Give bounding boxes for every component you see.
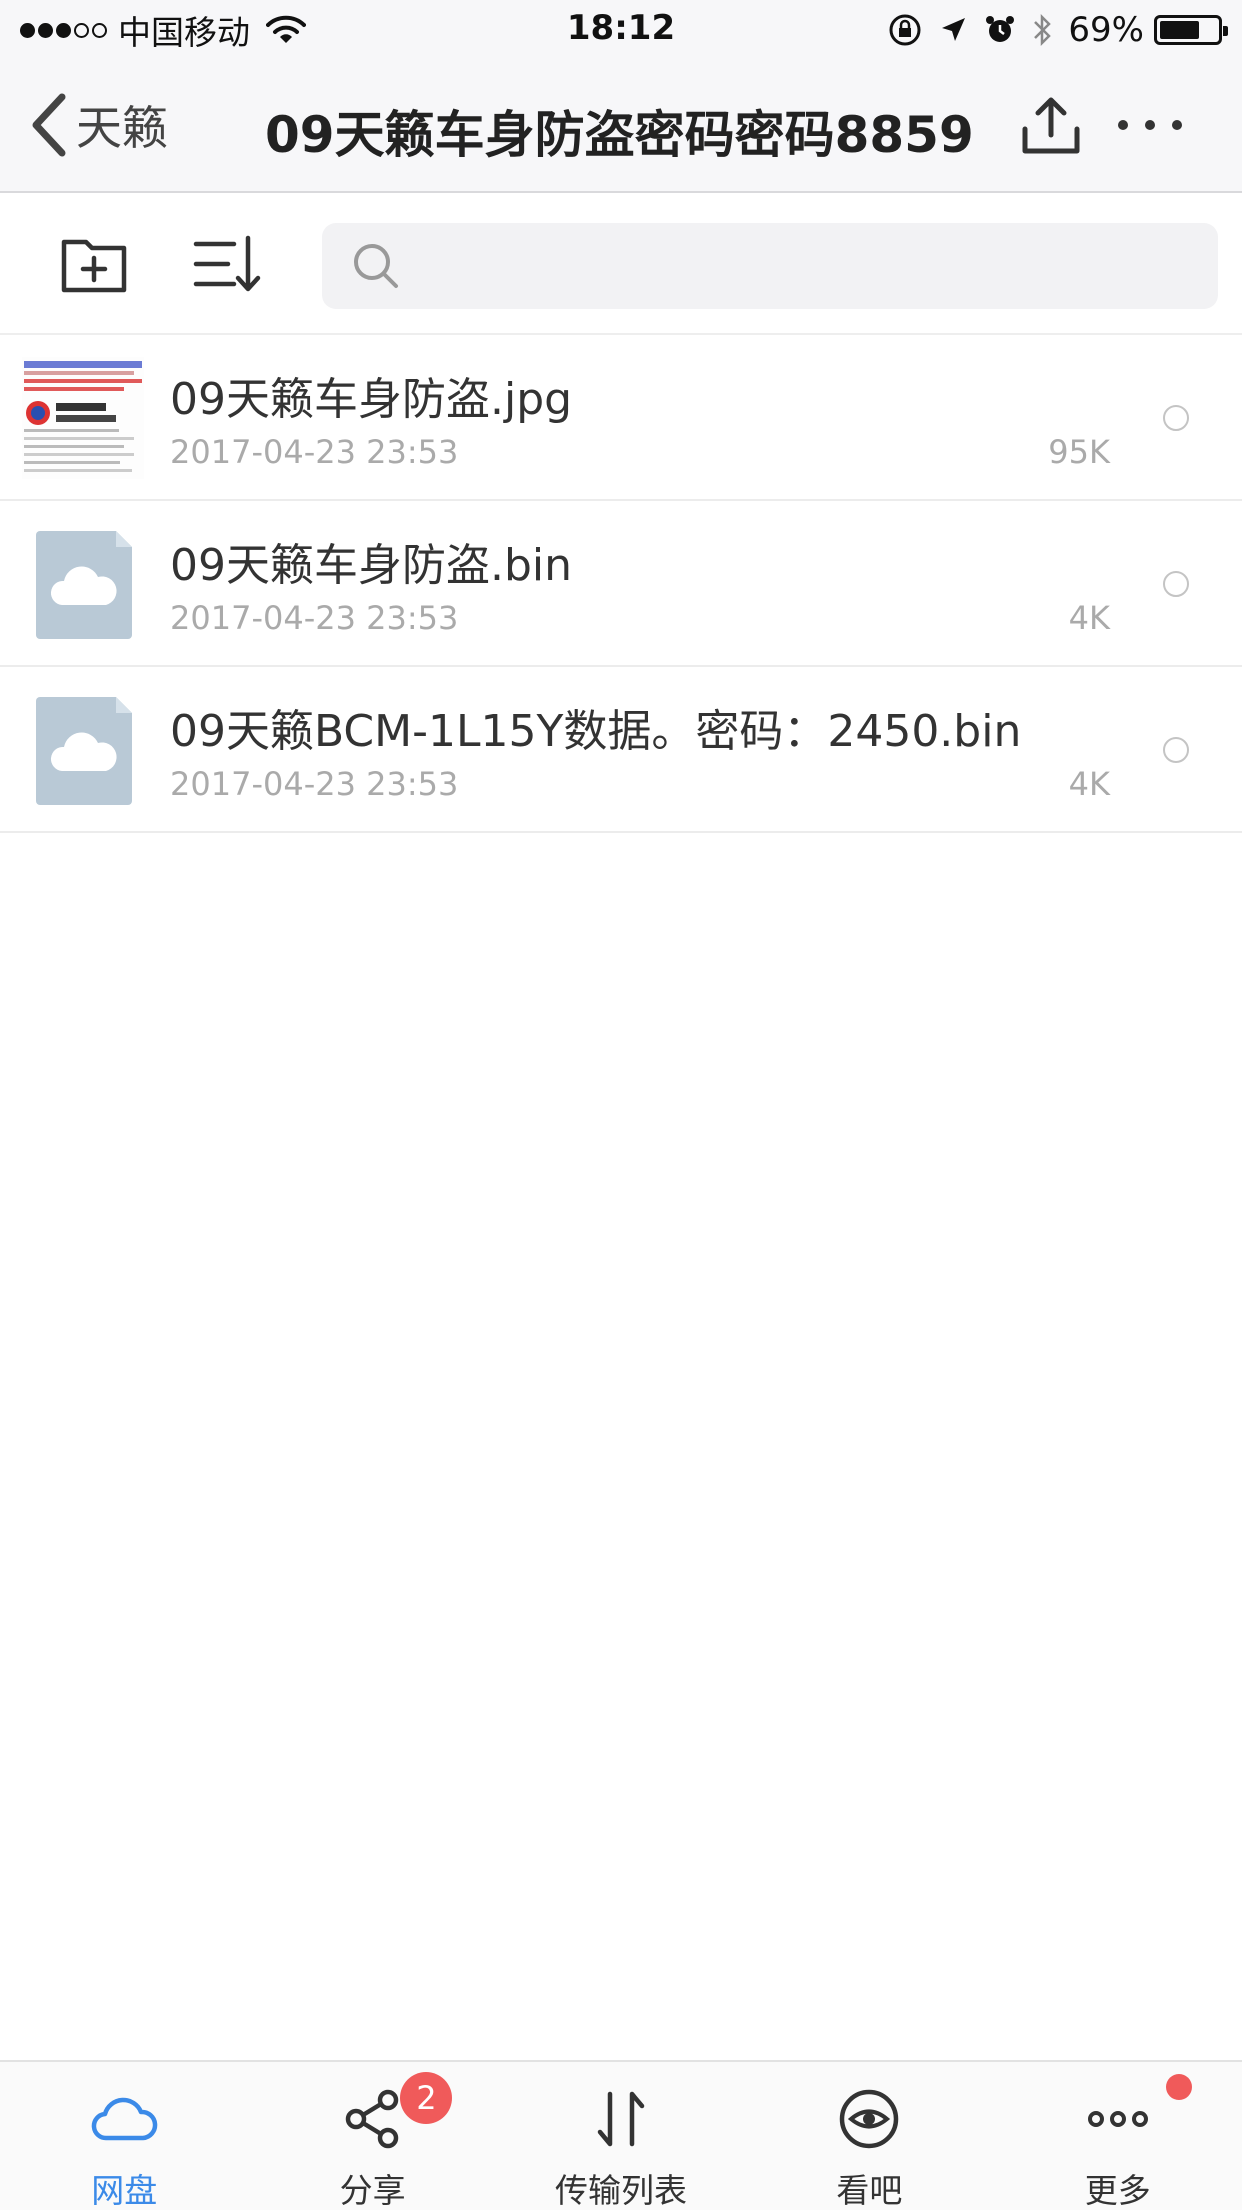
new-folder-icon[interactable] <box>58 228 130 300</box>
status-bar: 中国移动 18:12 69% <box>0 0 1242 60</box>
tab-label: 更多 <box>1084 2171 1151 2210</box>
battery-cap <box>1223 26 1228 36</box>
eye-icon <box>840 2089 899 2149</box>
location-icon <box>942 18 966 41</box>
search-icon <box>354 244 398 288</box>
file-date: 2017-04-23 23:53 <box>170 433 459 471</box>
image-thumbnail <box>22 357 144 479</box>
tab-bar: 网盘 2 分享 传输列表 看吧 更多 <box>0 2060 1242 2210</box>
rotation-lock-icon <box>889 14 921 46</box>
more-dots-icon[interactable] <box>1115 115 1185 135</box>
file-size: 95K <box>1048 433 1110 471</box>
search-box[interactable] <box>322 223 1218 309</box>
back-label: 天籁 <box>76 101 168 155</box>
cloud-file-icon <box>36 697 132 805</box>
tab-label: 分享 <box>339 2171 406 2210</box>
navigation-bar: 天籁 09天籁车身防盗密码密码8859 <box>0 60 1242 193</box>
select-radio[interactable] <box>1163 737 1189 763</box>
battery-icon <box>1154 15 1228 45</box>
more-icon <box>1087 2111 1148 2127</box>
tab-label: 传输列表 <box>554 2171 687 2210</box>
file-row[interactable]: 09天籁BCM-1L15Y数据。密码：2450.bin 2017-04-23 2… <box>0 667 1242 833</box>
tab-transfers[interactable]: 传输列表 <box>497 2062 745 2210</box>
battery-level-fill <box>1160 21 1199 39</box>
tab-watch[interactable]: 看吧 <box>745 2062 993 2210</box>
file-date: 2017-04-23 23:53 <box>170 765 459 803</box>
upload-icon[interactable] <box>1020 95 1082 157</box>
tab-label: 看吧 <box>836 2171 903 2210</box>
select-radio[interactable] <box>1163 571 1189 597</box>
back-chevron-icon <box>32 93 66 157</box>
share-count-badge: 2 <box>400 2072 453 2124</box>
transfer-icon <box>597 2091 645 2147</box>
file-date: 2017-04-23 23:53 <box>170 599 459 637</box>
page-title: 09天籁车身防盗密码密码8859 <box>265 106 974 164</box>
search-input[interactable] <box>416 235 1218 297</box>
sort-icon[interactable] <box>192 228 264 300</box>
notification-dot <box>1165 2074 1192 2100</box>
cloud-file-icon <box>36 531 132 639</box>
file-toolbar <box>0 193 1242 335</box>
tab-netdisk[interactable]: 网盘 <box>0 2062 248 2210</box>
tab-share[interactable]: 2 分享 <box>248 2062 496 2210</box>
bluetooth-icon <box>1034 13 1052 47</box>
tab-label: 网盘 <box>91 2171 158 2210</box>
battery-percent: 69% <box>1068 10 1144 50</box>
file-row[interactable]: 09天籁车身防盗.jpg 2017-04-23 23:53 95K <box>0 335 1242 501</box>
back-button[interactable]: 天籁 <box>30 90 168 160</box>
file-row[interactable]: 09天籁车身防盗.bin 2017-04-23 23:53 4K <box>0 501 1242 667</box>
cloud-icon <box>91 2097 158 2141</box>
alarm-icon <box>986 16 1015 42</box>
file-list: 09天籁车身防盗.jpg 2017-04-23 23:53 95K 09天籁车身… <box>0 335 1242 833</box>
select-radio[interactable] <box>1163 405 1189 431</box>
file-name: 09天籁车身防盗.jpg <box>170 374 573 425</box>
share-icon <box>345 2089 398 2149</box>
file-size: 4K <box>1068 599 1110 637</box>
file-name: 09天籁车身防盗.bin <box>170 540 573 591</box>
file-size: 4K <box>1068 765 1110 803</box>
tab-more[interactable]: 更多 <box>994 2062 1242 2210</box>
file-name: 09天籁BCM-1L15Y数据。密码：2450.bin <box>170 706 1022 757</box>
status-right: 69% <box>872 10 1228 50</box>
